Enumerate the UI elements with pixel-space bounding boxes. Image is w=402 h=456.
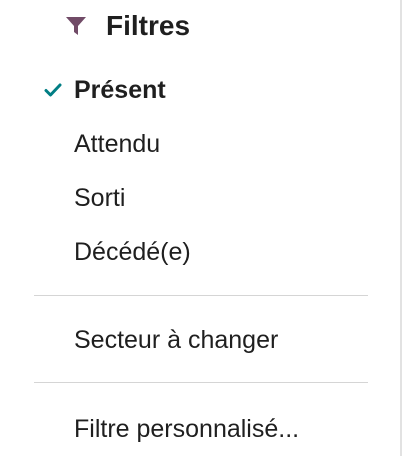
filter-icon (64, 14, 88, 38)
filter-item-label: Secteur à changer (74, 325, 279, 354)
filter-item-label: Sorti (74, 183, 126, 212)
divider (34, 295, 368, 296)
filter-item-attendu[interactable]: Attendu (0, 122, 400, 166)
filters-dropdown-panel: Filtres Présent Attendu Sorti Décédé(e) … (0, 0, 402, 456)
filter-item-present[interactable]: Présent (0, 68, 400, 112)
filter-item-label: Présent (74, 75, 166, 104)
filter-item-secteur-a-changer[interactable]: Secteur à changer (0, 318, 400, 362)
check-icon (44, 81, 62, 99)
filters-title: Filtres (106, 10, 191, 41)
custom-filter-button[interactable]: Filtre personnalisé... (0, 407, 400, 451)
filter-item-label: Décédé(e) (74, 237, 191, 266)
filter-item-sorti[interactable]: Sorti (0, 176, 400, 220)
filters-header: Filtres (64, 8, 190, 44)
custom-filter-label: Filtre personnalisé... (74, 414, 300, 443)
divider (34, 382, 368, 383)
filter-item-decede[interactable]: Décédé(e) (0, 230, 400, 274)
filter-item-label: Attendu (74, 129, 161, 158)
